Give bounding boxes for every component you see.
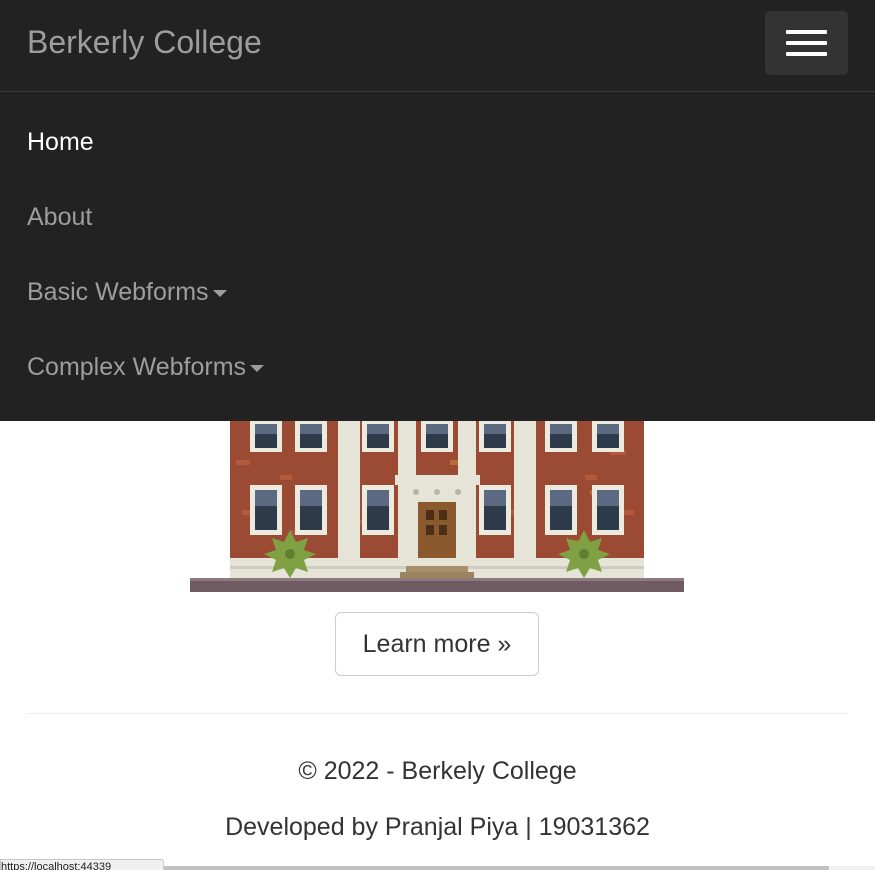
nav-item-basic-webforms[interactable]: Basic Webforms xyxy=(27,277,227,307)
nav-item-about[interactable]: About xyxy=(27,202,92,232)
caret-down-icon xyxy=(212,289,227,297)
nav-item-complex-webforms[interactable]: Complex Webforms xyxy=(27,352,265,382)
caret-down-icon xyxy=(250,364,265,372)
status-bar-url: https://localhost:44339 xyxy=(0,859,164,870)
footer-copyright: © 2022 - Berkely College xyxy=(298,757,577,785)
brand-link[interactable]: Berkerly College xyxy=(27,22,262,62)
hamburger-bar xyxy=(786,52,827,56)
horizontal-scrollbar-thumb[interactable] xyxy=(160,866,829,870)
hamburger-bar xyxy=(786,41,827,45)
navbar: Berkerly College xyxy=(0,0,875,92)
nav-item-label: Basic Webforms xyxy=(27,278,209,306)
footer-developer: Developed by Pranjal Piya | 19031362 xyxy=(225,813,650,841)
nav-menu: Home About Basic Webforms Complex Webfor… xyxy=(0,92,875,421)
nav-item-home[interactable]: Home xyxy=(27,127,94,157)
hamburger-menu-icon xyxy=(786,30,827,34)
nav-item-label: Home xyxy=(27,128,94,156)
learn-more-button[interactable]: Learn more » xyxy=(335,612,539,676)
footer-divider xyxy=(26,713,848,714)
nav-item-label: About xyxy=(27,203,93,231)
page: Berkerly College Home About Basic Webfor… xyxy=(0,0,875,870)
navbar-toggle-button[interactable] xyxy=(765,11,848,75)
nav-item-label: Complex Webforms xyxy=(27,353,247,381)
